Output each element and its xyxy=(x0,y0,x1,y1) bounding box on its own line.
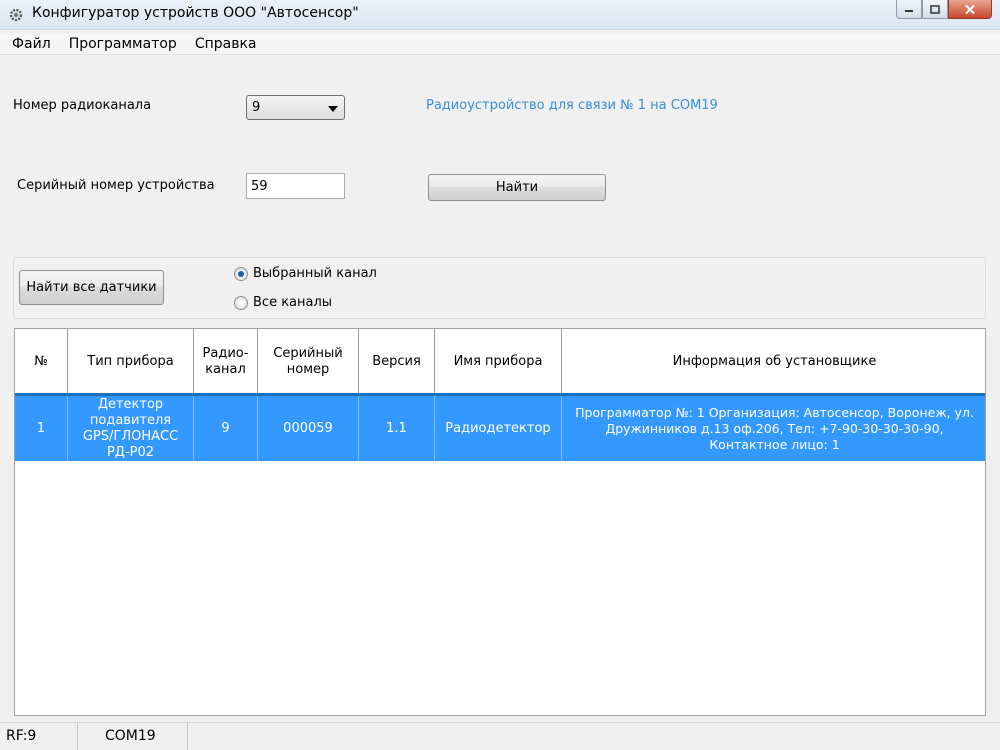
close-button[interactable] xyxy=(948,0,992,19)
menu-help[interactable]: Справка xyxy=(186,33,266,55)
serial-number-input[interactable] xyxy=(246,173,345,199)
radio-channel-label: Номер радиоканала xyxy=(13,98,152,113)
cell-device-type: Детектор подавителя GPS/ГЛОНАСС РД-Р02 xyxy=(68,396,194,461)
cell-installer-info: Программатор №: 1 Организация: Автосенсо… xyxy=(575,404,974,452)
cell-version: 1.1 xyxy=(359,396,435,461)
column-header-device-type[interactable]: Тип прибора xyxy=(68,329,194,395)
status-port: COM19 xyxy=(78,723,188,750)
find-button[interactable]: Найти xyxy=(428,174,606,201)
status-bar: RF:9 COM19 xyxy=(0,722,1000,750)
find-all-sensors-button[interactable]: Найти все датчики xyxy=(19,270,164,305)
column-header-version[interactable]: Версия xyxy=(359,329,435,395)
table-header: № Тип прибора Радио-канал Серийный номер… xyxy=(15,329,985,395)
cell-radio-channel: 9 xyxy=(194,396,258,461)
column-header-installer-info[interactable]: Информация об установщике xyxy=(562,329,985,395)
minimize-icon xyxy=(905,10,913,12)
devices-table[interactable]: № Тип прибора Радио-канал Серийный номер… xyxy=(14,328,986,716)
radio-button-unchecked[interactable] xyxy=(234,295,248,310)
gear-icon xyxy=(9,8,23,22)
radio-selected-channel[interactable]: Выбранный канал xyxy=(234,266,377,281)
radio-all-channels[interactable]: Все каналы xyxy=(234,295,332,310)
cell-number: 1 xyxy=(15,396,68,461)
status-rf: RF:9 xyxy=(0,723,78,750)
menu-bar: Файл Программатор Справка xyxy=(0,33,1000,55)
chevron-down-icon xyxy=(328,106,338,112)
radio-channel-value: 9 xyxy=(252,100,261,115)
window-title: Конфигуратор устройств ООО "Автосенсор" xyxy=(32,5,359,21)
radio-channel-select[interactable]: 9 xyxy=(246,95,345,120)
radio-all-channels-label: Все каналы xyxy=(253,295,333,310)
maximize-button[interactable] xyxy=(922,0,948,19)
menu-programmer[interactable]: Программатор xyxy=(60,33,186,55)
radio-device-info: Радиоустройство для связи № 1 на COM19 xyxy=(426,98,718,113)
maximize-icon xyxy=(930,4,940,14)
column-header-radio-channel[interactable]: Радио-канал xyxy=(194,329,258,395)
column-header-serial-number[interactable]: Серийный номер xyxy=(258,329,359,395)
serial-number-label: Серийный номер устройства xyxy=(17,178,215,193)
column-header-number[interactable]: № xyxy=(15,329,68,395)
radio-selected-channel-label: Выбранный канал xyxy=(253,266,377,281)
window-controls xyxy=(896,0,992,20)
close-icon xyxy=(965,4,975,14)
title-bar: Конфигуратор устройств ООО "Автосенсор" xyxy=(0,0,1000,30)
cell-device-name: Радиодетектор xyxy=(435,396,562,461)
radio-button-checked[interactable] xyxy=(234,266,248,281)
minimize-button[interactable] xyxy=(896,0,922,19)
menu-file[interactable]: Файл xyxy=(0,33,60,55)
column-header-device-name[interactable]: Имя прибора xyxy=(435,329,562,395)
cell-serial-number: 000059 xyxy=(258,396,359,461)
table-row[interactable]: 1 Детектор подавителя GPS/ГЛОНАСС РД-Р02… xyxy=(15,396,985,461)
